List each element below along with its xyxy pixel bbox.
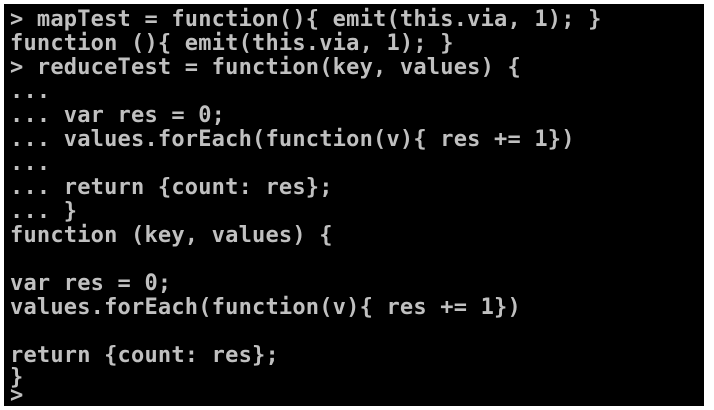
console-line-6: ... values.forEach(function(v){ res += 1… [10, 127, 575, 152]
console-line-9: ... } [10, 199, 78, 224]
console-line-7: ... [10, 151, 51, 176]
console-line-10: function (key, values) { [10, 223, 333, 248]
console-line-1: > mapTest = function(){ emit(this.via, 1… [10, 7, 602, 32]
console-prompt[interactable]: > [10, 384, 23, 407]
console-line-5: ... var res = 0; [10, 103, 226, 128]
console-line-15: return {count: res}; [10, 343, 279, 368]
console-line-8: ... return {count: res}; [10, 175, 333, 200]
console-line-3: > reduceTest = function(key, values) { [10, 55, 521, 80]
console-line-12: var res = 0; [10, 271, 172, 296]
console-line-2: function (){ emit(this.via, 1); } [10, 31, 454, 56]
console-line-4: ... [10, 79, 51, 104]
console-line-13: values.forEach(function(v){ res += 1}) [10, 295, 521, 320]
console-window[interactable]: > mapTest = function(){ emit(this.via, 1… [4, 4, 704, 406]
